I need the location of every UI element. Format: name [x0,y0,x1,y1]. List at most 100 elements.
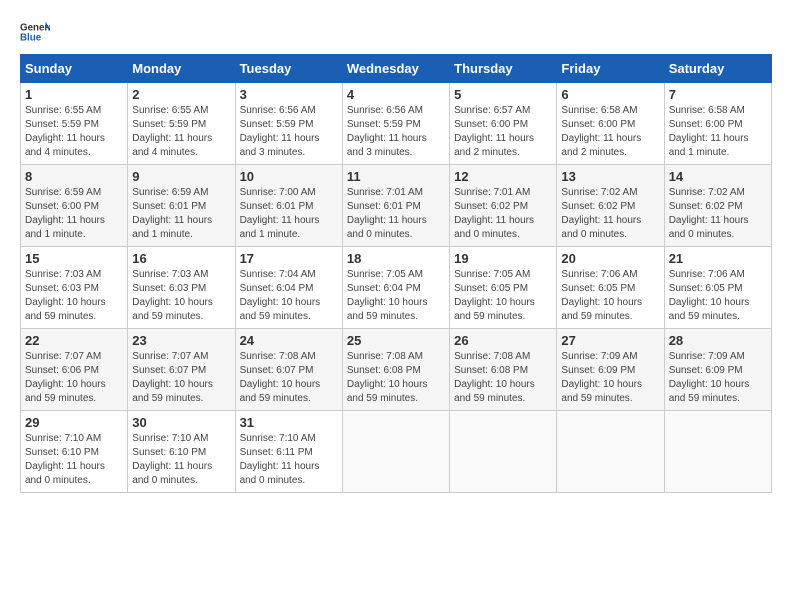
calendar-cell: 13 Sunrise: 7:02 AMSunset: 6:02 PMDayligh… [557,165,664,247]
day-info: Sunrise: 6:59 AMSunset: 6:00 PMDaylight:… [25,186,123,242]
day-info: Sunrise: 7:01 AMSunset: 6:02 PMDaylight:… [454,186,552,242]
logo: General Blue [20,20,54,44]
weekday-header-thursday: Thursday [450,55,557,83]
calendar-cell: 28 Sunrise: 7:09 AMSunset: 6:09 PMDayligh… [664,329,771,411]
calendar-cell: 18Sunrise: 7:05 AMSunset: 6:04 PMDayligh… [342,247,449,329]
day-info: Sunrise: 7:04 AMSunset: 6:04 PMDaylight:… [240,268,338,324]
day-number: 19 [454,251,552,266]
weekday-header-monday: Monday [128,55,235,83]
day-info: Sunrise: 7:08 AMSunset: 6:07 PMDaylight:… [240,350,338,406]
calendar-cell: 16Sunrise: 7:03 AMSunset: 6:03 PMDayligh… [128,247,235,329]
calendar-cell: 29Sunrise: 7:10 AMSunset: 6:10 PMDayligh… [21,411,128,493]
day-info: Sunrise: 7:02 AMSunset: 6:02 PMDaylight:… [561,186,659,242]
day-info: Sunrise: 7:05 AMSunset: 6:05 PMDaylight:… [454,268,552,324]
day-info: Sunrise: 7:01 AMSunset: 6:01 PMDaylight:… [347,186,445,242]
day-number: 7 [669,87,767,102]
day-info: Sunrise: 6:58 AMSunset: 6:00 PMDaylight:… [561,104,659,160]
calendar-cell: 5Sunrise: 6:57 AMSunset: 6:00 PMDaylight… [450,83,557,165]
calendar-cell: 26 Sunrise: 7:08 AMSunset: 6:08 PMDayligh… [450,329,557,411]
calendar-week-1: 1 Sunrise: 6:55 AMSunset: 5:59 PMDaylight… [21,83,772,165]
calendar-cell: 17 Sunrise: 7:04 AMSunset: 6:04 PMDayligh… [235,247,342,329]
calendar-cell [450,411,557,493]
calendar-cell: 31Sunrise: 7:10 AMSunset: 6:11 PMDayligh… [235,411,342,493]
day-number: 28 [669,333,767,348]
day-number: 26 [454,333,552,348]
day-number: 4 [347,87,445,102]
day-number: 24 [240,333,338,348]
calendar-cell: 8 Sunrise: 6:59 AMSunset: 6:00 PMDaylight… [21,165,128,247]
day-info: Sunrise: 7:00 AMSunset: 6:01 PMDaylight:… [240,186,338,242]
calendar-cell [557,411,664,493]
day-info: Sunrise: 6:56 AMSunset: 5:59 PMDaylight:… [240,104,338,160]
day-number: 13 [561,169,659,184]
weekday-header-sunday: Sunday [21,55,128,83]
day-number: 8 [25,169,123,184]
day-number: 5 [454,87,552,102]
calendar-cell: 10Sunrise: 7:00 AMSunset: 6:01 PMDayligh… [235,165,342,247]
day-number: 14 [669,169,767,184]
day-number: 16 [132,251,230,266]
day-info: Sunrise: 7:06 AMSunset: 6:05 PMDaylight:… [561,268,659,324]
page-header: General Blue [20,20,772,44]
day-number: 22 [25,333,123,348]
calendar-cell: 7 Sunrise: 6:58 AMSunset: 6:00 PMDaylight… [664,83,771,165]
day-info: Sunrise: 6:58 AMSunset: 6:00 PMDaylight:… [669,104,767,160]
day-number: 30 [132,415,230,430]
logo-icon: General Blue [20,20,50,44]
calendar-cell [342,411,449,493]
day-number: 2 [132,87,230,102]
day-number: 9 [132,169,230,184]
day-info: Sunrise: 7:03 AMSunset: 6:03 PMDaylight:… [25,268,123,324]
calendar-cell: 22 Sunrise: 7:07 AMSunset: 6:06 PMDayligh… [21,329,128,411]
day-number: 20 [561,251,659,266]
calendar-header-row: SundayMondayTuesdayWednesdayThursdayFrid… [21,55,772,83]
day-number: 3 [240,87,338,102]
calendar-cell: 24 Sunrise: 7:08 AMSunset: 6:07 PMDayligh… [235,329,342,411]
weekday-header-wednesday: Wednesday [342,55,449,83]
calendar-cell: 21 Sunrise: 7:06 AMSunset: 6:05 PMDayligh… [664,247,771,329]
calendar-cell: 9 Sunrise: 6:59 AMSunset: 6:01 PMDaylight… [128,165,235,247]
calendar-week-4: 22 Sunrise: 7:07 AMSunset: 6:06 PMDayligh… [21,329,772,411]
day-info: Sunrise: 7:07 AMSunset: 6:07 PMDaylight:… [132,350,230,406]
day-info: Sunrise: 7:10 AMSunset: 6:10 PMDaylight:… [25,432,123,488]
weekday-header-tuesday: Tuesday [235,55,342,83]
calendar-table: SundayMondayTuesdayWednesdayThursdayFrid… [20,54,772,493]
calendar-cell: 4 Sunrise: 6:56 AMSunset: 5:59 PMDaylight… [342,83,449,165]
calendar-cell: 2 Sunrise: 6:55 AMSunset: 5:59 PMDaylight… [128,83,235,165]
day-info: Sunrise: 7:08 AMSunset: 6:08 PMDaylight:… [347,350,445,406]
calendar-week-3: 15 Sunrise: 7:03 AMSunset: 6:03 PMDayligh… [21,247,772,329]
calendar-cell: 23Sunrise: 7:07 AMSunset: 6:07 PMDayligh… [128,329,235,411]
day-info: Sunrise: 7:10 AMSunset: 6:10 PMDaylight:… [132,432,230,488]
calendar-cell: 27 Sunrise: 7:09 AMSunset: 6:09 PMDayligh… [557,329,664,411]
calendar-cell: 6 Sunrise: 6:58 AMSunset: 6:00 PMDaylight… [557,83,664,165]
calendar-cell: 30 Sunrise: 7:10 AMSunset: 6:10 PMDayligh… [128,411,235,493]
day-info: Sunrise: 6:59 AMSunset: 6:01 PMDaylight:… [132,186,230,242]
day-number: 12 [454,169,552,184]
day-info: Sunrise: 6:55 AMSunset: 5:59 PMDaylight:… [132,104,230,160]
day-number: 25 [347,333,445,348]
calendar-week-2: 8 Sunrise: 6:59 AMSunset: 6:00 PMDaylight… [21,165,772,247]
day-info: Sunrise: 7:05 AMSunset: 6:04 PMDaylight:… [347,268,445,324]
calendar-cell: 11Sunrise: 7:01 AMSunset: 6:01 PMDayligh… [342,165,449,247]
day-info: Sunrise: 7:07 AMSunset: 6:06 PMDaylight:… [25,350,123,406]
day-info: Sunrise: 6:56 AMSunset: 5:59 PMDaylight:… [347,104,445,160]
day-info: Sunrise: 7:08 AMSunset: 6:08 PMDaylight:… [454,350,552,406]
day-info: Sunrise: 7:09 AMSunset: 6:09 PMDaylight:… [561,350,659,406]
day-number: 6 [561,87,659,102]
day-info: Sunrise: 6:55 AMSunset: 5:59 PMDaylight:… [25,104,123,160]
calendar-cell: 12 Sunrise: 7:01 AMSunset: 6:02 PMDayligh… [450,165,557,247]
day-info: Sunrise: 7:09 AMSunset: 6:09 PMDaylight:… [669,350,767,406]
day-number: 27 [561,333,659,348]
day-number: 17 [240,251,338,266]
day-number: 31 [240,415,338,430]
calendar-cell: 25 Sunrise: 7:08 AMSunset: 6:08 PMDayligh… [342,329,449,411]
calendar-cell: 15 Sunrise: 7:03 AMSunset: 6:03 PMDayligh… [21,247,128,329]
svg-text:Blue: Blue [20,32,42,43]
calendar-cell: 1 Sunrise: 6:55 AMSunset: 5:59 PMDaylight… [21,83,128,165]
calendar-cell [664,411,771,493]
calendar-cell: 14Sunrise: 7:02 AMSunset: 6:02 PMDayligh… [664,165,771,247]
day-number: 1 [25,87,123,102]
day-number: 15 [25,251,123,266]
day-number: 21 [669,251,767,266]
day-info: Sunrise: 7:06 AMSunset: 6:05 PMDaylight:… [669,268,767,324]
